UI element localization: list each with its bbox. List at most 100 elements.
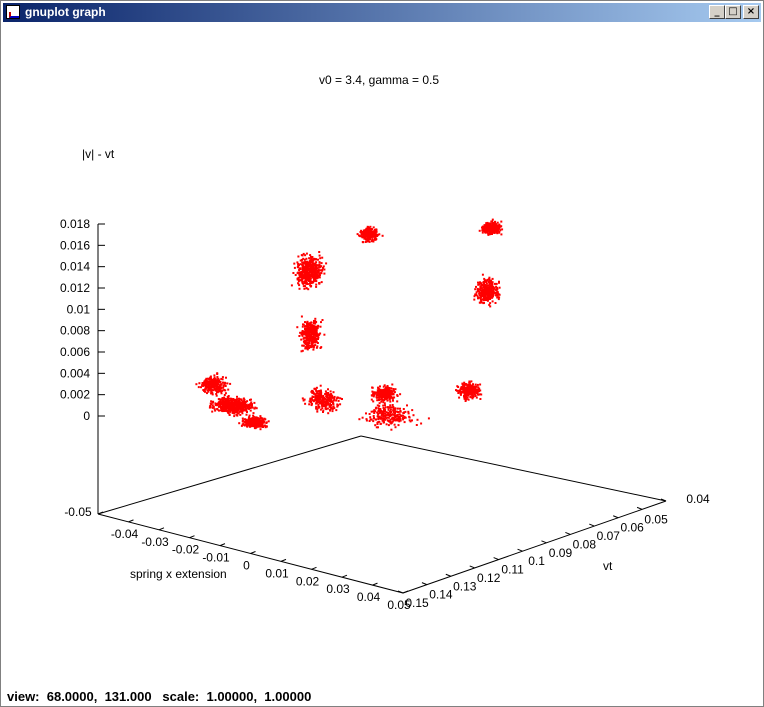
data-point [396, 395, 399, 397]
data-point [321, 407, 324, 410]
data-point [489, 227, 492, 230]
surface-plot-3d[interactable]: v0 = 3.4, gamma = 0.5 |v| - vt spring x … [3, 23, 761, 687]
data-point [465, 383, 468, 386]
data-point [203, 380, 206, 383]
data-point [394, 388, 397, 391]
data-point [495, 225, 498, 227]
minimize-button[interactable]: _ [709, 5, 725, 19]
data-point [372, 393, 374, 396]
data-point [319, 325, 322, 328]
data-point [203, 388, 206, 391]
data-point [382, 401, 385, 404]
y-axis-ticks: 0.040.050.060.070.080.090.10.110.120.130… [397, 492, 710, 610]
data-point [477, 388, 480, 391]
data-point [491, 228, 494, 231]
data-point [329, 394, 332, 397]
data-point [230, 407, 233, 410]
data-point [220, 377, 223, 380]
data-point [481, 231, 484, 234]
data-point [339, 403, 342, 406]
data-point [327, 412, 330, 415]
data-point [381, 412, 384, 415]
plot-area[interactable]: v0 = 3.4, gamma = 0.5 |v| - vt spring x … [3, 23, 761, 687]
data-point [314, 268, 316, 270]
data-point [476, 287, 479, 290]
data-point [297, 263, 300, 266]
data-point [400, 414, 403, 417]
data-point [310, 325, 313, 328]
data-point [473, 393, 476, 396]
data-point [498, 280, 500, 283]
data-point [264, 426, 267, 429]
data-point [252, 414, 255, 417]
data-point [198, 382, 201, 385]
data-point [498, 286, 501, 289]
data-point [222, 381, 224, 384]
data-point [392, 399, 394, 402]
data-point [208, 383, 211, 386]
data-point [319, 257, 322, 260]
data-point [239, 413, 242, 416]
data-point [369, 233, 372, 236]
data-point [210, 391, 213, 394]
data-point [293, 262, 296, 265]
data-point [490, 220, 493, 223]
data-point [302, 337, 305, 340]
data-point [197, 386, 200, 389]
data-point [219, 384, 222, 387]
x-tick-mark [219, 543, 226, 547]
data-point [245, 413, 248, 416]
data-point [249, 407, 252, 409]
data-point [225, 404, 228, 407]
data-point [227, 398, 230, 401]
data-point [402, 416, 404, 419]
data-point [382, 415, 385, 418]
data-point [493, 287, 496, 290]
data-point [399, 419, 402, 422]
data-point [491, 283, 494, 285]
data-point [384, 406, 387, 409]
data-point [468, 381, 471, 384]
data-point [491, 295, 494, 298]
data-point [389, 393, 391, 396]
data-point [229, 382, 232, 385]
title-bar[interactable]: gnuplot graph _ □ × [3, 3, 761, 22]
close-button[interactable]: × [743, 5, 759, 19]
data-point [377, 387, 380, 389]
data-point [389, 421, 392, 424]
data-point [317, 258, 319, 261]
data-point [376, 399, 379, 402]
data-point [389, 400, 392, 403]
data-point [331, 410, 334, 413]
data-point [481, 291, 484, 294]
gnuplot-app-icon[interactable] [6, 5, 20, 19]
data-point [481, 289, 484, 292]
data-point [376, 235, 379, 237]
data-point [473, 298, 476, 301]
data-point [313, 344, 315, 347]
data-point [306, 346, 309, 349]
data-point [313, 273, 316, 276]
data-point [241, 417, 244, 420]
data-point [404, 416, 407, 419]
data-point [489, 302, 492, 305]
data-point [399, 393, 402, 396]
data-point [491, 218, 494, 221]
data-point [311, 331, 314, 334]
data-point [403, 411, 405, 414]
data-point [485, 224, 488, 227]
maximize-button[interactable]: □ [725, 5, 741, 19]
data-point [329, 409, 331, 412]
data-point [218, 405, 221, 408]
data-point [337, 399, 340, 402]
data-point [383, 409, 385, 412]
data-point [459, 392, 462, 395]
data-point [382, 407, 385, 409]
data-point [387, 424, 390, 427]
data-point [309, 335, 312, 338]
data-point [215, 384, 218, 387]
data-point [491, 225, 494, 228]
data-point [387, 391, 389, 394]
data-point [496, 221, 499, 224]
data-point [479, 383, 482, 386]
